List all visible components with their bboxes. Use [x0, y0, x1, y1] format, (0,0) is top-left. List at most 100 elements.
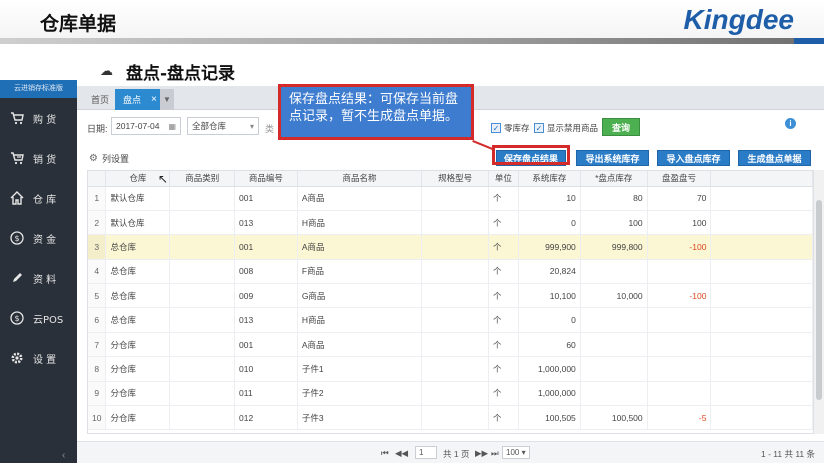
- section-title: 盘点-盘点记录: [126, 64, 236, 84]
- table-cell[interactable]: 100,500: [580, 405, 648, 431]
- table-row[interactable]: 3 总仓库 001 A商品 个 999,900 999,800 -100: [88, 234, 813, 260]
- table-row[interactable]: 2 默认仓库 013 H商品个 0 100 100: [88, 210, 813, 236]
- table-cell[interactable]: [580, 332, 648, 358]
- table-cell: [421, 381, 489, 407]
- column-header: [88, 171, 107, 187]
- table-cell: 总仓库: [105, 283, 171, 309]
- first-page-icon[interactable]: ⏮: [381, 448, 389, 459]
- sidebar-item-pos[interactable]: $ 云POS: [0, 300, 77, 336]
- table-cell: [421, 234, 489, 260]
- total-pages: 共 1 页: [443, 449, 470, 459]
- table-cell[interactable]: [580, 259, 648, 285]
- table-row[interactable]: 9 分仓库 011 子件2 个 1,000,000: [88, 381, 813, 407]
- header-divider-accent: [794, 38, 824, 44]
- table-cell-filler: [710, 186, 813, 211]
- table-cell[interactable]: 10,000: [580, 283, 648, 309]
- column-header[interactable]: 商品名称: [297, 171, 423, 187]
- table-row[interactable]: 1 默认仓库 001 A商品 个 10 80 70: [88, 186, 813, 211]
- table-cell: -100: [647, 283, 712, 309]
- sidebar-item-funds[interactable]: $ 资 金: [0, 220, 77, 256]
- column-header[interactable]: 商品类别: [169, 171, 236, 187]
- table-cell-filler: [710, 307, 813, 333]
- table-cell: [421, 307, 489, 333]
- column-header[interactable]: 系统库存: [518, 171, 581, 187]
- table-cell: 个: [488, 283, 519, 309]
- table-row[interactable]: 6 总仓库 013 H商品 个 0: [88, 307, 813, 333]
- table-row[interactable]: 5 总仓库 009 G商品 个 10,100 10,000 -100: [88, 283, 813, 309]
- column-header[interactable]: 单位: [488, 171, 519, 187]
- table-cell: 10,100: [518, 283, 581, 309]
- column-header[interactable]: 盘盈盘亏: [647, 171, 712, 187]
- table-cell[interactable]: [580, 381, 648, 407]
- page-size-select[interactable]: 100 ▾: [502, 446, 530, 459]
- table-cell: [647, 381, 712, 407]
- last-page-icon[interactable]: ⏭: [491, 448, 499, 459]
- table-cell: 0: [518, 307, 581, 333]
- generate-doc-button[interactable]: 生成盘点单据: [738, 150, 811, 166]
- table-cell: 001: [234, 332, 298, 358]
- table-row[interactable]: 8 分仓库 010 子件1 个 1,000,000: [88, 356, 813, 382]
- date-label: 日期:: [87, 124, 108, 134]
- import-stock-button[interactable]: 导入盘点库存: [657, 150, 730, 166]
- sidebar-item-sales[interactable]: 销 货: [0, 140, 77, 176]
- row-number: 5: [88, 283, 107, 309]
- table-cell[interactable]: 100: [580, 210, 648, 236]
- vertical-scrollbar[interactable]: [814, 170, 824, 434]
- table-cell: 011: [234, 381, 298, 407]
- stocktake-table: 仓库 商品类别 商品编号 商品名称 规格型号 单位 系统库存 *盘点库存 盘盈盘…: [88, 171, 813, 431]
- table-cell: [647, 332, 712, 358]
- column-header[interactable]: *盘点库存: [580, 171, 648, 187]
- table-row[interactable]: 7 分仓库 001 A商品 个 60: [88, 332, 813, 358]
- table-header-row: 仓库 商品类别 商品编号 商品名称 规格型号 单位 系统库存 *盘点库存 盘盈盘…: [88, 171, 813, 187]
- table-cell: 013: [234, 210, 298, 236]
- sidebar-item-settings[interactable]: 设 置: [0, 340, 77, 376]
- column-header[interactable]: 商品编号: [234, 171, 298, 187]
- column-header[interactable]: 规格型号: [421, 171, 489, 187]
- table-cell: [421, 259, 489, 285]
- sidebar-item-purchase[interactable]: 购 货: [0, 100, 77, 136]
- warehouse-select[interactable]: 全部仓库 ▾: [187, 117, 259, 135]
- table-cell[interactable]: [580, 307, 648, 333]
- sidebar-brand: 云进销存标准版: [0, 80, 77, 98]
- close-icon[interactable]: ×: [151, 94, 157, 105]
- table-cell: 个: [488, 307, 519, 333]
- table-cell: [647, 307, 712, 333]
- date-field[interactable]: 2017-07-04 ▦: [111, 117, 181, 135]
- table-cell: 60: [518, 332, 581, 358]
- sidebar-item-data[interactable]: 资 料: [0, 260, 77, 296]
- query-button[interactable]: 查询: [602, 118, 640, 136]
- table-cell: 个: [488, 405, 519, 431]
- export-stock-button[interactable]: 导出系统库存: [576, 150, 649, 166]
- table-cell: 013: [234, 307, 298, 333]
- prev-page-icon[interactable]: ◀◀: [395, 448, 408, 459]
- table-cell: 个: [488, 186, 519, 211]
- table-cell: 010: [234, 356, 298, 382]
- page-input[interactable]: 1: [415, 446, 437, 459]
- table-cell: 1,000,000: [518, 381, 581, 407]
- collapse-arrow-icon[interactable]: ‹: [62, 450, 65, 461]
- calendar-icon[interactable]: ▦: [168, 122, 176, 131]
- table-cell: A商品: [297, 332, 423, 358]
- table-cell[interactable]: 80: [580, 186, 648, 211]
- table-row[interactable]: 10 分仓库 012 子件3 个 100,505 100,500 -5: [88, 405, 813, 431]
- table-cell[interactable]: [580, 356, 648, 382]
- table-cell: 子件1: [297, 356, 423, 382]
- row-number: 8: [88, 356, 107, 382]
- info-icon[interactable]: i: [785, 118, 796, 129]
- column-settings-button[interactable]: ⚙ 列设置: [89, 152, 129, 165]
- table-cell: [169, 234, 236, 260]
- scrollbar-thumb[interactable]: [816, 200, 822, 400]
- sidebar-item-label: 仓 库: [33, 194, 57, 206]
- table-cell: [169, 405, 236, 431]
- table-cell[interactable]: 999,800: [580, 234, 648, 260]
- sidebar-item-label: 购 货: [33, 114, 57, 126]
- tab-dropdown-icon[interactable]: ▼: [160, 89, 174, 110]
- next-page-icon[interactable]: ▶▶: [475, 448, 488, 459]
- tab-home[interactable]: 首页: [83, 89, 117, 110]
- show-disabled-checkbox[interactable]: ✓ 显示禁用商品: [534, 122, 598, 134]
- sidebar-item-warehouse[interactable]: 仓 库: [0, 180, 77, 216]
- tab-stocktake[interactable]: 盘点 ×: [115, 89, 163, 110]
- zero-stock-checkbox[interactable]: ✓ 零库存: [491, 122, 530, 134]
- table-row[interactable]: 4 总仓库 008 F商品 个 20,824: [88, 259, 813, 285]
- table-cell: [169, 381, 236, 407]
